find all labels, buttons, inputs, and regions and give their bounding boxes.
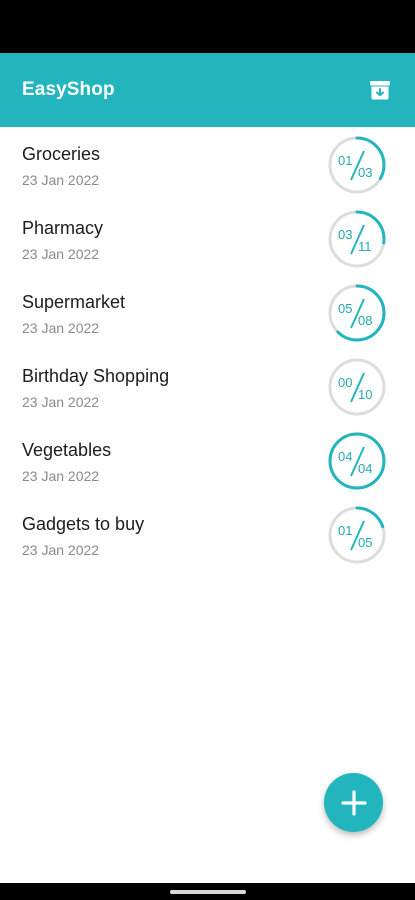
- list-date: 23 Jan 2022: [22, 468, 100, 484]
- list-name: Vegetables: [22, 440, 112, 460]
- list-date: 23 Jan 2022: [22, 542, 100, 558]
- app-title: EasyShop: [22, 79, 115, 100]
- progress-ring: 01 03: [327, 135, 387, 195]
- shopping-list-container: Groceries 23 Jan 2022 01 03 Pharmacy 23 …: [0, 127, 415, 883]
- items-done-count: 01: [338, 523, 353, 538]
- list-item[interactable]: Supermarket 23 Jan 2022 05 08: [0, 275, 415, 349]
- items-done-count: 04: [338, 449, 353, 464]
- items-total-count: 05: [358, 535, 373, 550]
- list-item[interactable]: Pharmacy 23 Jan 2022 03 11: [0, 201, 415, 275]
- items-done-count: 05: [338, 301, 353, 316]
- list-date: 23 Jan 2022: [22, 172, 100, 188]
- items-total-count: 11: [358, 239, 372, 254]
- list-item[interactable]: Birthday Shopping 23 Jan 2022 00 10: [0, 349, 415, 423]
- items-total-count: 10: [358, 387, 373, 402]
- list-name: Gadgets to buy: [22, 514, 145, 534]
- list-item[interactable]: Vegetables 23 Jan 2022 04 04: [0, 423, 415, 497]
- items-done-count: 00: [338, 375, 353, 390]
- progress-ring: 00 10: [327, 357, 387, 417]
- progress-ring: 03 11: [327, 209, 387, 269]
- progress-ring: 05 08: [327, 283, 387, 343]
- add-list-button[interactable]: [324, 773, 383, 832]
- home-gesture-handle[interactable]: [170, 890, 246, 894]
- list-date: 23 Jan 2022: [22, 320, 100, 336]
- list-name: Pharmacy: [22, 218, 104, 238]
- list-date: 23 Jan 2022: [22, 394, 100, 410]
- progress-ring: 01 05: [327, 505, 387, 565]
- items-total-count: 04: [358, 461, 373, 476]
- status-bar: [0, 0, 415, 53]
- items-done-count: 03: [338, 227, 353, 242]
- list-date: 23 Jan 2022: [22, 246, 100, 262]
- progress-ring: 04 04: [327, 431, 387, 491]
- items-done-count: 01: [338, 153, 353, 168]
- list-name: Birthday Shopping: [22, 366, 170, 386]
- archive-button[interactable]: [367, 77, 393, 103]
- items-total-count: 03: [358, 165, 373, 180]
- items-total-count: 08: [358, 313, 373, 328]
- list-name: Groceries: [22, 144, 101, 164]
- navigation-bar: [0, 883, 415, 900]
- plus-icon: [340, 789, 367, 816]
- list-item[interactable]: Groceries 23 Jan 2022 01 03: [0, 127, 415, 201]
- list-name: Supermarket: [22, 292, 126, 312]
- app-bar: EasyShop: [0, 53, 415, 127]
- archive-icon: [370, 81, 390, 100]
- list-item[interactable]: Gadgets to buy 23 Jan 2022 01 05: [0, 497, 415, 571]
